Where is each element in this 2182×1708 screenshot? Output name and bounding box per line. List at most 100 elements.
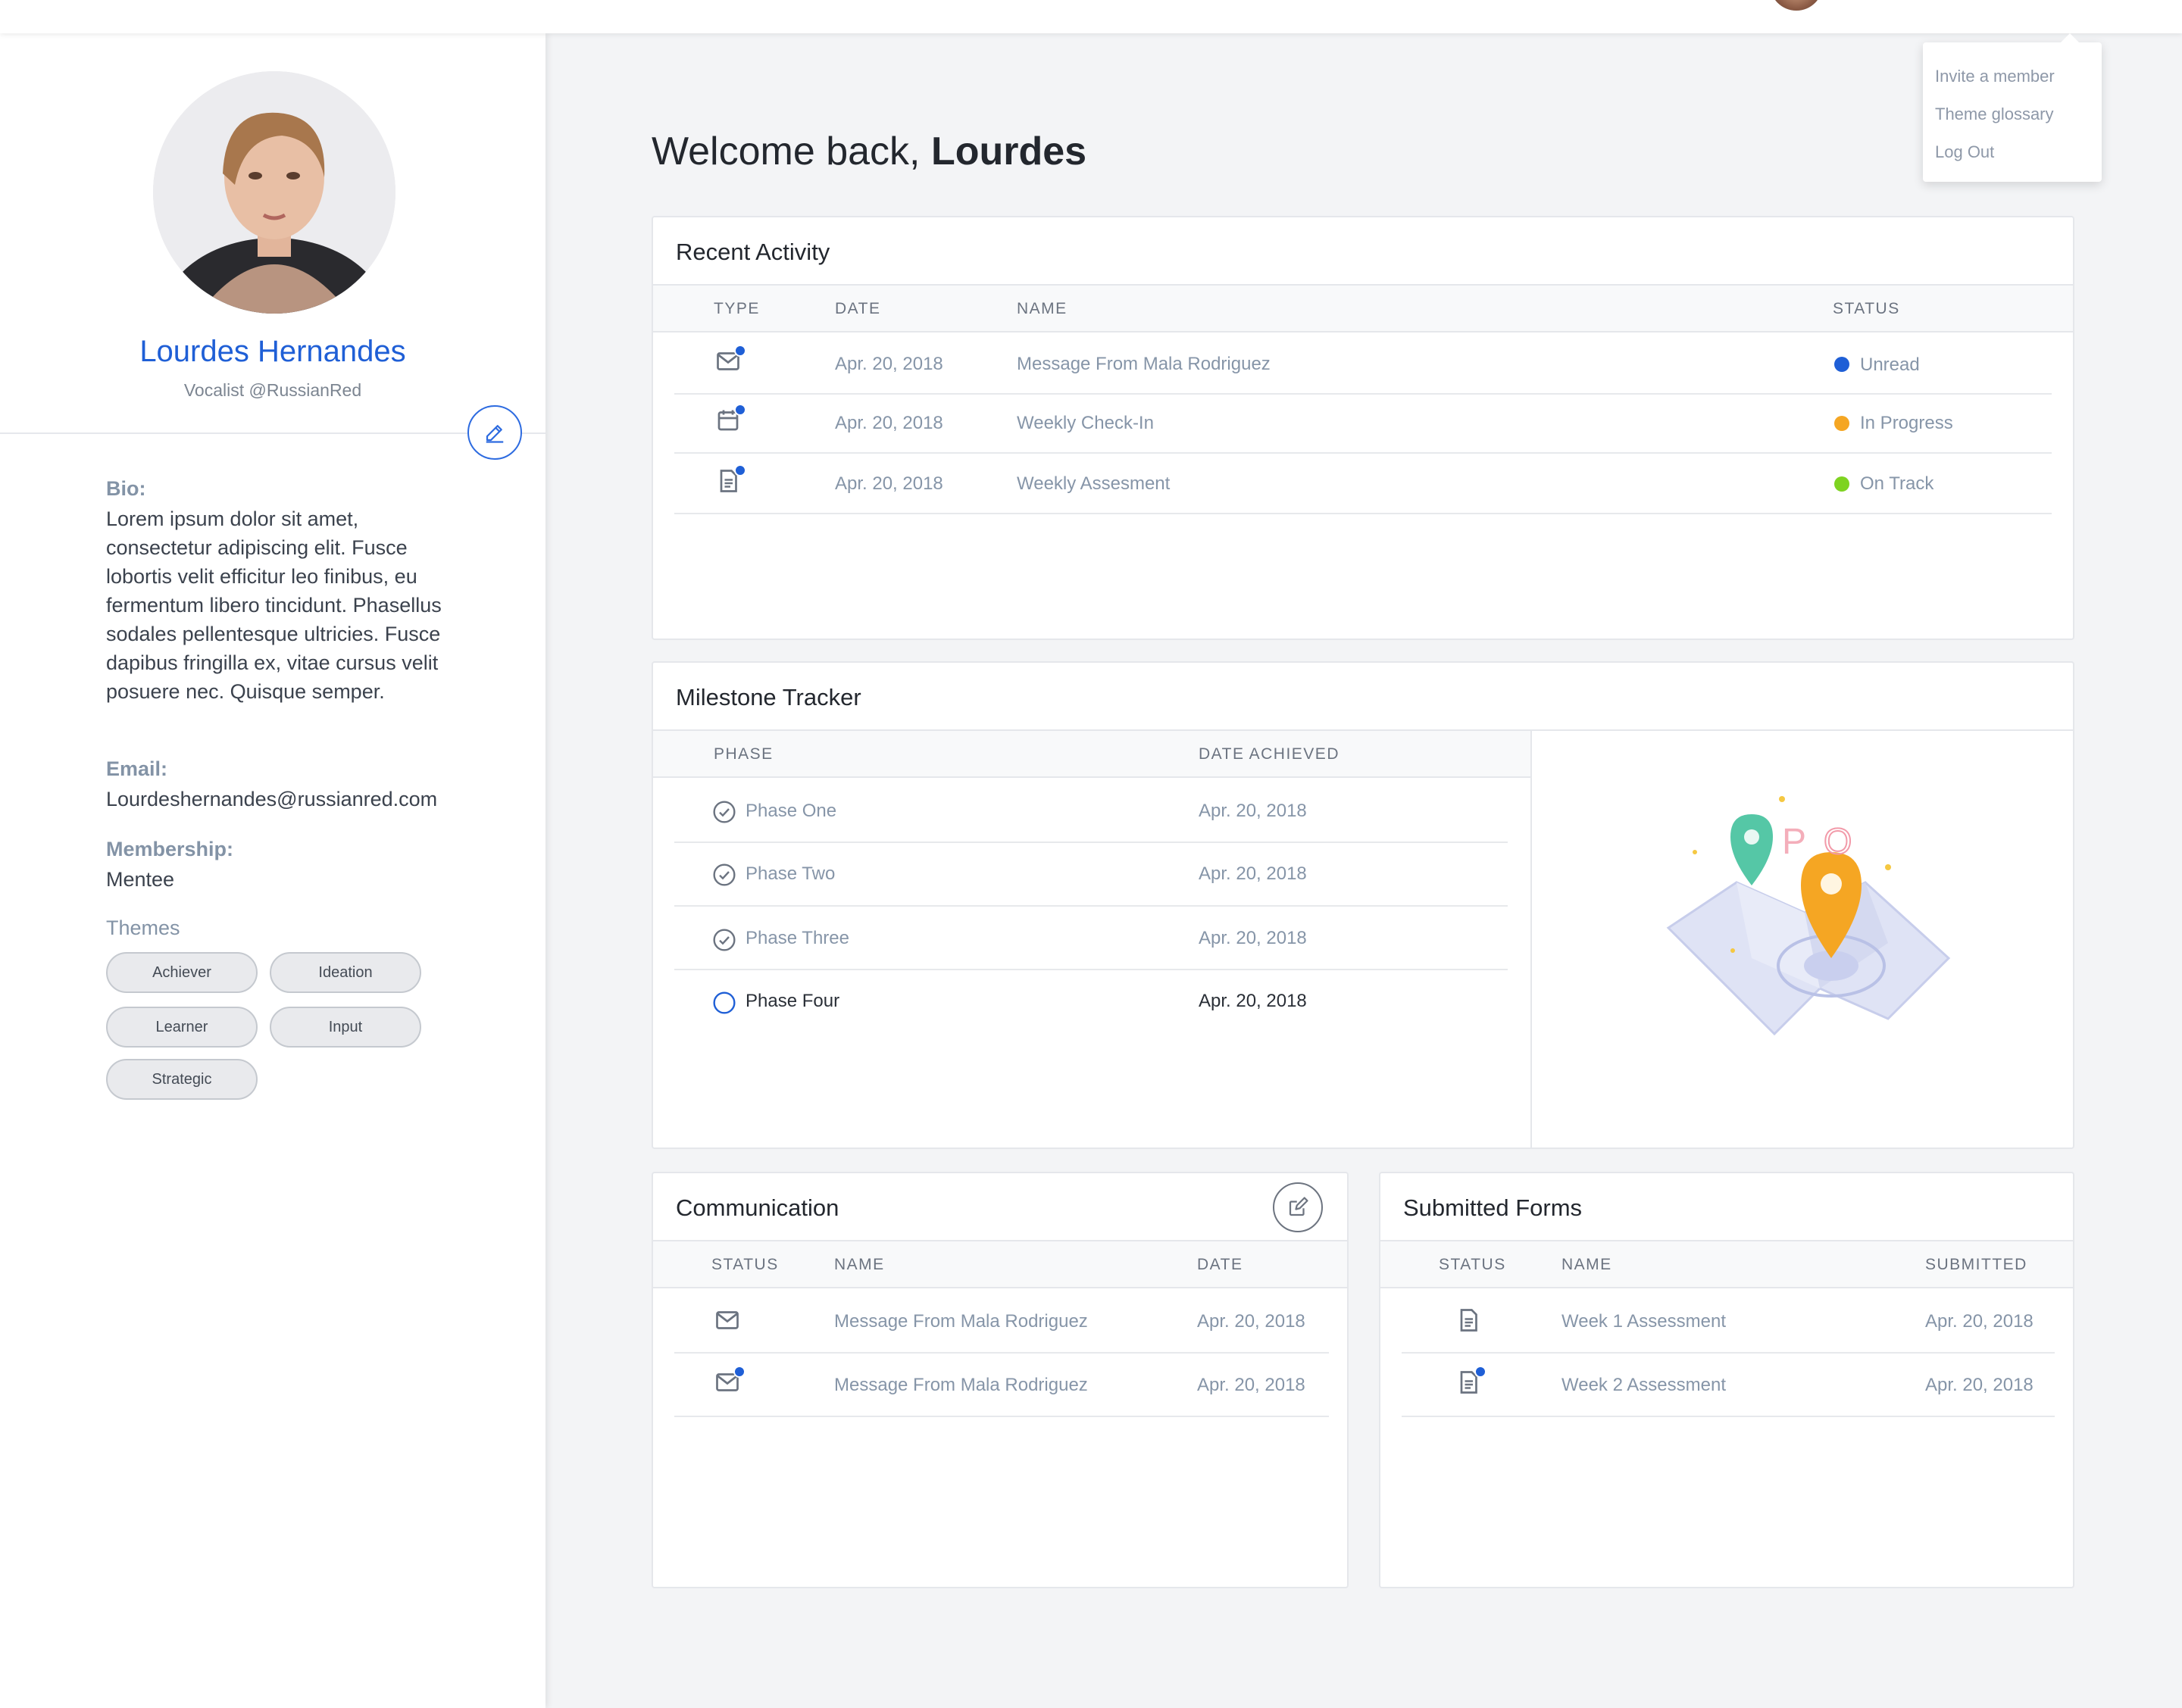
column-header-name: NAME [834,1256,885,1273]
milestone-date: Apr. 20, 2018 [1199,928,1307,948]
unread-badge [734,345,746,357]
column-header-date: DATE [835,300,881,317]
menu-item-invite-member[interactable]: Invite a member [1935,58,2090,95]
milestone-phase: Phase One [746,801,837,821]
check-circle-icon [713,863,736,886]
map-pin-illustration: P O [1666,796,1951,1036]
milestone-row[interactable]: Phase Two Apr. 20, 2018 [674,843,1508,907]
document-icon [1455,1307,1485,1337]
table-row[interactable]: Apr. 20, 2018 Message From Mala Rodrigue… [674,334,2052,395]
illustration-text-p: P [1782,822,1806,862]
milestone-table-header: PHASE DATE ACHIEVED [653,731,1530,778]
calendar-icon [714,404,746,437]
activity-name[interactable]: Weekly Check-In [1017,413,1154,434]
edit-profile-button[interactable] [467,405,522,460]
profile-photo-illustration [153,71,395,314]
unread-badge [734,404,746,416]
check-circle-icon [713,929,736,951]
profile-sidebar: Lourdes Hernandes Vocalist @RussianRed B… [0,33,546,1708]
menu-item-theme-glossary[interactable]: Theme glossary [1935,95,2090,133]
communication-card: Communication STATUS NAME DATE Message F… [652,1172,1349,1588]
theme-chip-strategic[interactable]: Strategic [106,1059,258,1100]
mail-icon [714,1366,746,1399]
activity-status: Unread [1860,354,1920,375]
document-icon [714,464,746,498]
column-header-status: STATUS [1833,300,1900,317]
pencil-icon [486,425,504,443]
user-menu-dropdown: Invite a member Theme glossary Log Out [1923,33,2102,182]
milestone-date: Apr. 20, 2018 [1199,991,1307,1011]
table-row[interactable]: Week 1 Assessment Apr. 20, 2018 [1402,1290,2055,1354]
activity-date: Apr. 20, 2018 [835,413,943,433]
milestone-phase: Phase Two [746,863,836,884]
message-date: Apr. 20, 2018 [1197,1375,1305,1395]
unread-badge [734,464,746,476]
milestone-date: Apr. 20, 2018 [1199,863,1307,884]
bio-label: Bio: [106,477,146,500]
status-dot-in-progress [1834,416,1849,431]
bio-text: Lorem ipsum dolor sit amet, consectetur … [106,507,442,703]
table-row[interactable]: Message From Mala Rodriguez Apr. 20, 201… [674,1290,1329,1354]
column-header-status: STATUS [711,1256,779,1273]
table-row[interactable]: Apr. 20, 2018 Weekly Assesment On Track [674,454,2052,514]
submitted-forms-table-header: STATUS NAME SUBMITTED [1380,1241,2073,1288]
milestone-row[interactable]: Phase Three Apr. 20, 2018 [674,907,1508,970]
recent-activity-table-header: TYPE DATE NAME STATUS [653,286,2073,333]
unread-badge [1474,1366,1486,1378]
column-header-name: NAME [1561,1256,1612,1273]
compose-message-button[interactable] [1273,1182,1323,1232]
theme-chip-ideation[interactable]: Ideation [270,952,421,993]
user-avatar[interactable] [1770,0,1823,11]
membership-label: Membership: [106,838,234,860]
welcome-user-name: Lourdes [930,130,1087,173]
top-bar [0,0,2182,33]
theme-chip-input[interactable]: Input [270,1007,421,1048]
theme-chip-learner[interactable]: Learner [106,1007,258,1048]
submitted-forms-card: Submitted Forms STATUS NAME SUBMITTED We… [1379,1172,2074,1588]
form-name[interactable]: Week 1 Assessment [1561,1311,1726,1332]
activity-name[interactable]: Weekly Assesment [1017,473,1170,495]
milestone-row[interactable]: Phase Four Apr. 20, 2018 [674,970,1508,1034]
themes-label: Themes [106,916,180,939]
welcome-heading: Welcome back, Lourdes [652,129,1086,174]
column-header-date: DATE [1197,1256,1243,1273]
welcome-greeting: Welcome back, [652,130,921,173]
column-header-status: STATUS [1439,1256,1506,1273]
status-dot-unread [1834,357,1849,372]
profile-handle: Vocalist @RussianRed [183,380,362,400]
empty-circle-icon [713,991,736,1014]
communication-title: Communication [676,1194,839,1221]
column-header-name: NAME [1017,300,1068,317]
milestone-phase: Phase Three [746,928,849,948]
form-submitted-date: Apr. 20, 2018 [1925,1311,2034,1332]
email-value: Lourdeshernandes@russianred.com [106,788,438,810]
milestone-phase: Phase Four [746,991,840,1011]
message-name[interactable]: Message From Mala Rodriguez [834,1311,1088,1332]
activity-status: On Track [1860,473,1934,494]
table-row[interactable]: Week 2 Assessment Apr. 20, 2018 [1402,1354,2055,1417]
membership-value: Mentee [106,868,175,891]
table-row[interactable]: Apr. 20, 2018 Weekly Check-In In Progres… [674,395,2052,454]
table-row[interactable]: Message From Mala Rodriguez Apr. 20, 201… [674,1354,1329,1417]
status-dot-on-track [1834,476,1849,492]
form-name[interactable]: Week 2 Assessment [1561,1375,1726,1396]
submitted-forms-title: Submitted Forms [1403,1194,1583,1221]
message-date: Apr. 20, 2018 [1197,1311,1305,1332]
recent-activity-card: Recent Activity TYPE DATE NAME STATUS Ap… [652,216,2074,640]
form-submitted-date: Apr. 20, 2018 [1925,1375,2034,1395]
milestone-row[interactable]: Phase One Apr. 20, 2018 [674,779,1508,843]
check-circle-icon [713,801,736,823]
communication-table-header: STATUS NAME DATE [653,1241,1347,1288]
theme-chip-achiever[interactable]: Achiever [106,952,258,993]
unread-badge [733,1366,746,1378]
menu-item-log-out[interactable]: Log Out [1935,133,2090,171]
illustration-text-o: O [1824,822,1852,862]
column-header-submitted: SUBMITTED [1925,1256,2027,1273]
mail-icon [714,345,746,378]
milestone-date: Apr. 20, 2018 [1199,801,1307,821]
mail-icon [714,1307,744,1337]
activity-name[interactable]: Message From Mala Rodriguez [1017,354,1271,375]
compose-icon [1289,1197,1308,1216]
milestone-divider [1530,731,1532,1148]
message-name[interactable]: Message From Mala Rodriguez [834,1375,1088,1396]
